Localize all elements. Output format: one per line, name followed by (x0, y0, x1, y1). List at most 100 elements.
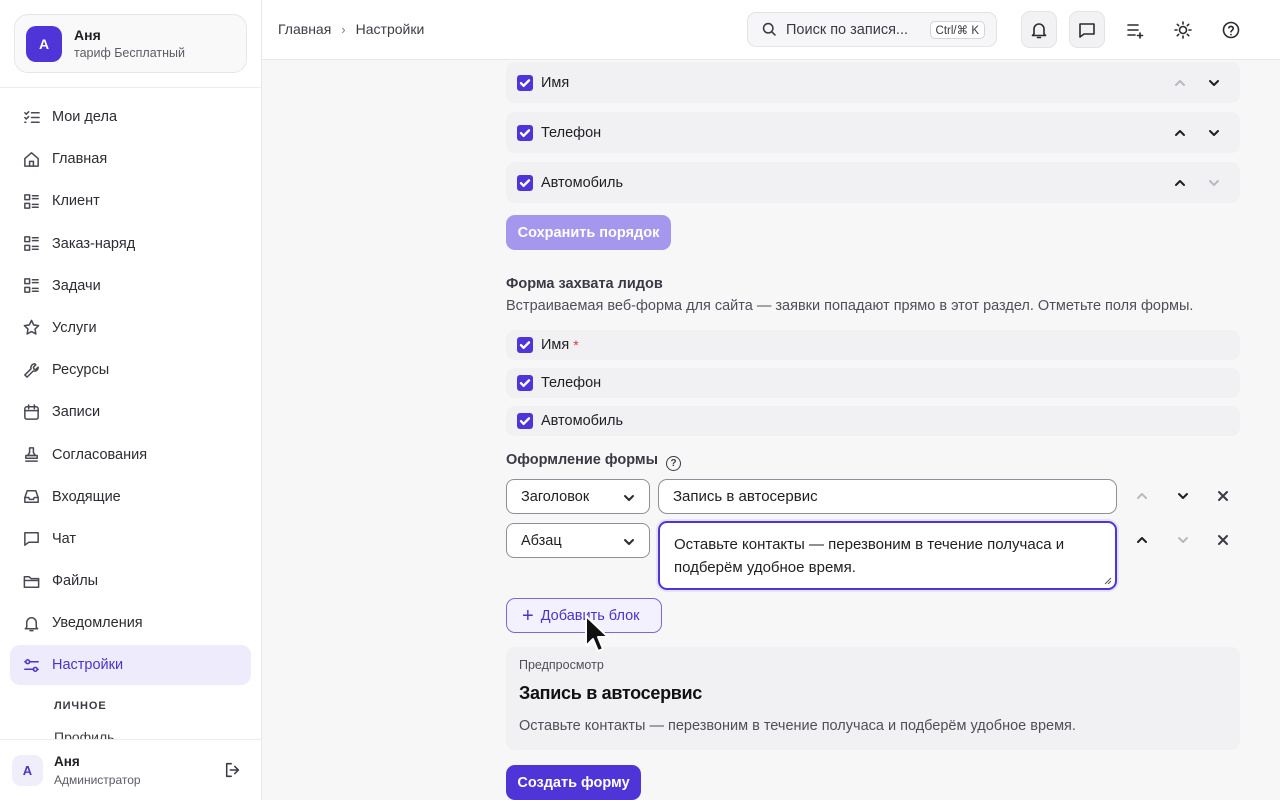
sidebar-item-notifications[interactable]: Уведомления (10, 603, 251, 643)
close-icon[interactable] (1216, 533, 1230, 547)
block-type-value: Абзац (521, 532, 562, 549)
inbox-icon (24, 490, 39, 504)
sidebar-item-services[interactable]: Услуги (10, 308, 251, 348)
chevron-down-icon[interactable] (1207, 76, 1221, 90)
sidebar-item-work-order[interactable]: Заказ-наряд (10, 224, 251, 264)
sidebar-item-files[interactable]: Файлы (10, 561, 251, 601)
sidebar-item-inbox[interactable]: Входящие (10, 477, 251, 517)
chevron-up-icon[interactable] (1173, 176, 1187, 190)
sidebar-item-client[interactable]: Клиент (10, 181, 251, 221)
checkbox[interactable] (517, 174, 533, 191)
wrench-icon (24, 362, 39, 378)
help-button[interactable] (1213, 11, 1249, 48)
form-design-title-text: Оформление формы (506, 452, 659, 468)
sidebar-item-label: Настройки (52, 657, 124, 674)
chevron-down-icon[interactable] (1207, 126, 1221, 140)
chevron-up-icon[interactable] (1135, 489, 1149, 503)
user-avatar: А (12, 755, 43, 786)
field-label: Телефон (541, 124, 602, 141)
home-icon (24, 151, 39, 167)
notifications-button[interactable] (1021, 11, 1057, 48)
sidebar-item-resources[interactable]: Ресурсы (10, 350, 251, 390)
mouse-cursor-icon (585, 615, 609, 652)
sidebar-item-settings[interactable]: Настройки (10, 645, 251, 686)
sidebar-item-label: Главная (52, 151, 108, 168)
chevron-down-icon[interactable] (1176, 533, 1190, 547)
help-icon[interactable]: ? (666, 456, 682, 471)
sidebar-item-label: Ресурсы (52, 362, 110, 379)
chevron-down-icon[interactable] (1176, 489, 1190, 503)
checkbox[interactable] (517, 375, 533, 391)
lead-field-row: Телефон (506, 368, 1240, 398)
block-type-value: Заголовок (521, 488, 590, 505)
main-content: Имя Телефон Автомобиль Сохранить порядок… (262, 60, 1280, 800)
sidebar-item-chat[interactable]: Чат (10, 519, 251, 559)
check-icon (519, 417, 531, 425)
list-icon (24, 236, 39, 251)
task-list-button[interactable] (1117, 11, 1153, 48)
account-avatar: А (26, 26, 62, 62)
field-label: Имя (541, 337, 570, 353)
checkbox[interactable] (517, 74, 533, 91)
check-icon (519, 78, 531, 87)
help-icon (1222, 21, 1240, 38)
sidebar-item-label: Файлы (52, 573, 99, 590)
breadcrumb-current: Настройки (355, 21, 425, 37)
search-input[interactable]: Поиск по запися... Ctrl/⌘ K (747, 12, 997, 47)
divider (0, 87, 261, 88)
bell-icon (1031, 22, 1047, 38)
calendar-icon (24, 403, 39, 420)
account-switcher[interactable]: А Аня тариф Бесплатный (14, 14, 247, 73)
save-order-button[interactable]: Сохранить порядок (506, 215, 671, 250)
list-icon (24, 278, 39, 294)
account-name: Аня (74, 27, 101, 43)
chat-icon (1079, 22, 1095, 38)
sidebar-item-tasks[interactable]: Задачи (10, 266, 251, 306)
block-text-value: Запись в автосервис (673, 488, 818, 505)
user-name: Аня (54, 754, 80, 769)
theme-toggle-button[interactable] (1165, 11, 1201, 48)
sun-icon (1174, 20, 1192, 39)
create-form-button[interactable]: Создать форму (506, 765, 641, 800)
checkbox[interactable] (517, 413, 533, 429)
check-icon (519, 128, 531, 137)
sidebar-item-approvals[interactable]: Согласования (10, 435, 251, 475)
resize-handle-icon[interactable] (1104, 577, 1112, 585)
sidebar-item-label: Чат (52, 530, 77, 547)
block-text-input[interactable]: Запись в автосервис (658, 479, 1117, 514)
field-order-row: Имя (506, 62, 1240, 103)
list-plus-icon (1127, 23, 1144, 39)
block-type-select[interactable]: Абзац (506, 523, 650, 558)
sidebar-item-bookings[interactable]: Записи (10, 392, 251, 432)
plus-icon: + (522, 604, 534, 627)
checkbox[interactable] (517, 124, 533, 141)
sidebar-item-label: Записи (52, 404, 101, 421)
logout-icon[interactable] (224, 761, 242, 779)
sidebar-nav: Мои дела Главная Клиент Заказ-наряд Зада… (10, 97, 251, 688)
folder-icon (23, 575, 40, 588)
block-textarea[interactable]: Оставьте контакты — перезвоним в течение… (658, 521, 1117, 590)
sidebar-item-label: Уведомления (52, 615, 143, 632)
checkbox[interactable] (517, 337, 533, 353)
chevron-up-icon[interactable] (1135, 533, 1149, 547)
form-design-title: Оформление формы? (506, 452, 682, 471)
chevron-down-icon[interactable] (1207, 176, 1221, 190)
check-icon (519, 379, 531, 387)
breadcrumb-home[interactable]: Главная (278, 21, 331, 37)
chevron-up-icon[interactable] (1173, 126, 1187, 140)
list-icon (24, 193, 39, 209)
messages-button[interactable] (1069, 11, 1105, 48)
field-label: Автомобиль (541, 174, 624, 191)
account-plan: тариф Бесплатный (74, 46, 185, 60)
block-text-value: Оставьте контакты — перезвоним в течение… (674, 536, 1065, 576)
required-mark: * (573, 337, 579, 353)
sidebar-item-my-tasks[interactable]: Мои дела (10, 97, 251, 137)
lead-field-row: Автомобиль (506, 406, 1240, 436)
sidebar-item-home[interactable]: Главная (10, 139, 251, 179)
chevron-up-icon[interactable] (1173, 76, 1187, 90)
preview-text: Оставьте контакты — перезвоним в течение… (519, 718, 1076, 734)
close-icon[interactable] (1216, 489, 1230, 503)
block-type-select[interactable]: Заголовок (506, 479, 650, 514)
lead-field-row: Имя * (506, 330, 1240, 360)
sidebar-item-label: Задачи (52, 277, 101, 294)
